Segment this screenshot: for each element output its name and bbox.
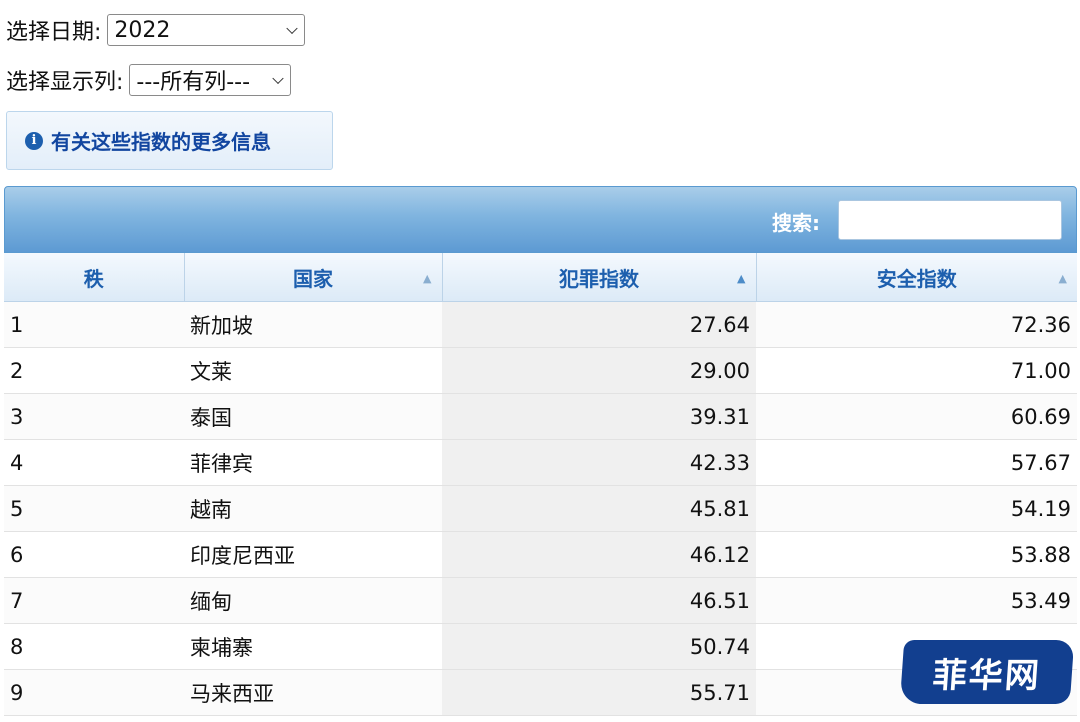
column-header-safety-index[interactable]: 安全指数 ▲ (756, 253, 1077, 302)
cell-crime-index: 55.71 (442, 669, 756, 716)
cell-crime-index: 39.31 (442, 393, 756, 440)
cell-country: 马来西亚 (184, 669, 442, 716)
cell-safety-index: 53.88 (756, 531, 1077, 578)
column-header-crime-index[interactable]: 犯罪指数 ▲ (442, 253, 757, 302)
cell-rank: 1 (4, 301, 184, 348)
date-select[interactable]: 2022 (107, 14, 306, 46)
cell-country: 文莱 (184, 347, 442, 394)
table-row: 3 泰国 39.31 60.69 (4, 393, 1077, 440)
cell-rank: 3 (4, 393, 184, 440)
cell-crime-index: 45.81 (442, 485, 756, 532)
date-selector-row: 选择日期: 2022 (6, 14, 306, 46)
data-grid: 搜索: 秩 国家 ▲ 犯罪指数 ▲ 安全指数 ▲ 1 新加坡 27.64 72.36 2 文莱 2… (4, 186, 1077, 716)
cell-country: 印度尼西亚 (184, 531, 442, 578)
sort-icon: ▲ (423, 271, 432, 285)
cell-rank: 2 (4, 347, 184, 394)
cell-crime-index: 29.00 (442, 347, 756, 394)
chevron-down-icon (272, 72, 285, 85)
cell-crime-index: 46.12 (442, 531, 756, 578)
cell-rank: 7 (4, 577, 184, 624)
watermark-logo: 菲华网 (899, 640, 1075, 704)
cell-crime-index: 27.64 (442, 301, 756, 348)
table-header-row: 秩 国家 ▲ 犯罪指数 ▲ 安全指数 ▲ (4, 253, 1077, 302)
table-row: 1 新加坡 27.64 72.36 (4, 301, 1077, 348)
column-header-rank[interactable]: 秩 (4, 253, 185, 302)
table-row: 5 越南 45.81 54.19 (4, 485, 1077, 532)
cell-safety-index: 54.19 (756, 485, 1077, 532)
cell-country: 新加坡 (184, 301, 442, 348)
chevron-down-icon (286, 22, 299, 35)
cell-crime-index: 46.51 (442, 577, 756, 624)
sort-icon: ▲ (737, 271, 746, 285)
cell-safety-index: 71.00 (756, 347, 1077, 394)
table-row: 6 印度尼西亚 46.12 53.88 (4, 531, 1077, 578)
cell-country: 泰国 (184, 393, 442, 440)
cell-rank: 4 (4, 439, 184, 486)
table-row: 4 菲律宾 42.33 57.67 (4, 439, 1077, 486)
cell-safety-index: 72.36 (756, 301, 1077, 348)
columns-select[interactable]: ---所有列--- (129, 64, 292, 96)
cell-rank: 8 (4, 623, 184, 670)
table-row: 7 缅甸 46.51 53.49 (4, 577, 1077, 624)
more-info-label: 有关这些指数的更多信息 (51, 130, 271, 154)
search-input[interactable] (838, 200, 1062, 240)
columns-select-value: ---所有列--- (136, 70, 251, 95)
date-select-value: 2022 (114, 17, 171, 43)
column-header-country[interactable]: 国家 ▲ (184, 253, 443, 302)
more-info-button[interactable]: i 有关这些指数的更多信息 (6, 111, 333, 170)
cell-country: 柬埔寨 (184, 623, 442, 670)
cell-safety-index: 60.69 (756, 393, 1077, 440)
cell-crime-index: 50.74 (442, 623, 756, 670)
date-label: 选择日期: (6, 20, 102, 45)
table-row: 2 文莱 29.00 71.00 (4, 347, 1077, 394)
search-label: 搜索: (772, 211, 820, 235)
cell-rank: 6 (4, 531, 184, 578)
columns-selector-row: 选择显示列: ---所有列--- (6, 64, 292, 96)
info-icon: i (25, 131, 43, 150)
cell-rank: 9 (4, 669, 184, 716)
cell-country: 缅甸 (184, 577, 442, 624)
cell-country: 越南 (184, 485, 442, 532)
cell-rank: 5 (4, 485, 184, 532)
cell-crime-index: 42.33 (442, 439, 756, 486)
cell-country: 菲律宾 (184, 439, 442, 486)
cell-safety-index: 53.49 (756, 577, 1077, 624)
columns-label: 选择显示列: (6, 70, 124, 95)
cell-safety-index: 57.67 (756, 439, 1077, 486)
sort-icon: ▲ (1058, 271, 1067, 285)
grid-toolbar: 搜索: (4, 186, 1077, 253)
